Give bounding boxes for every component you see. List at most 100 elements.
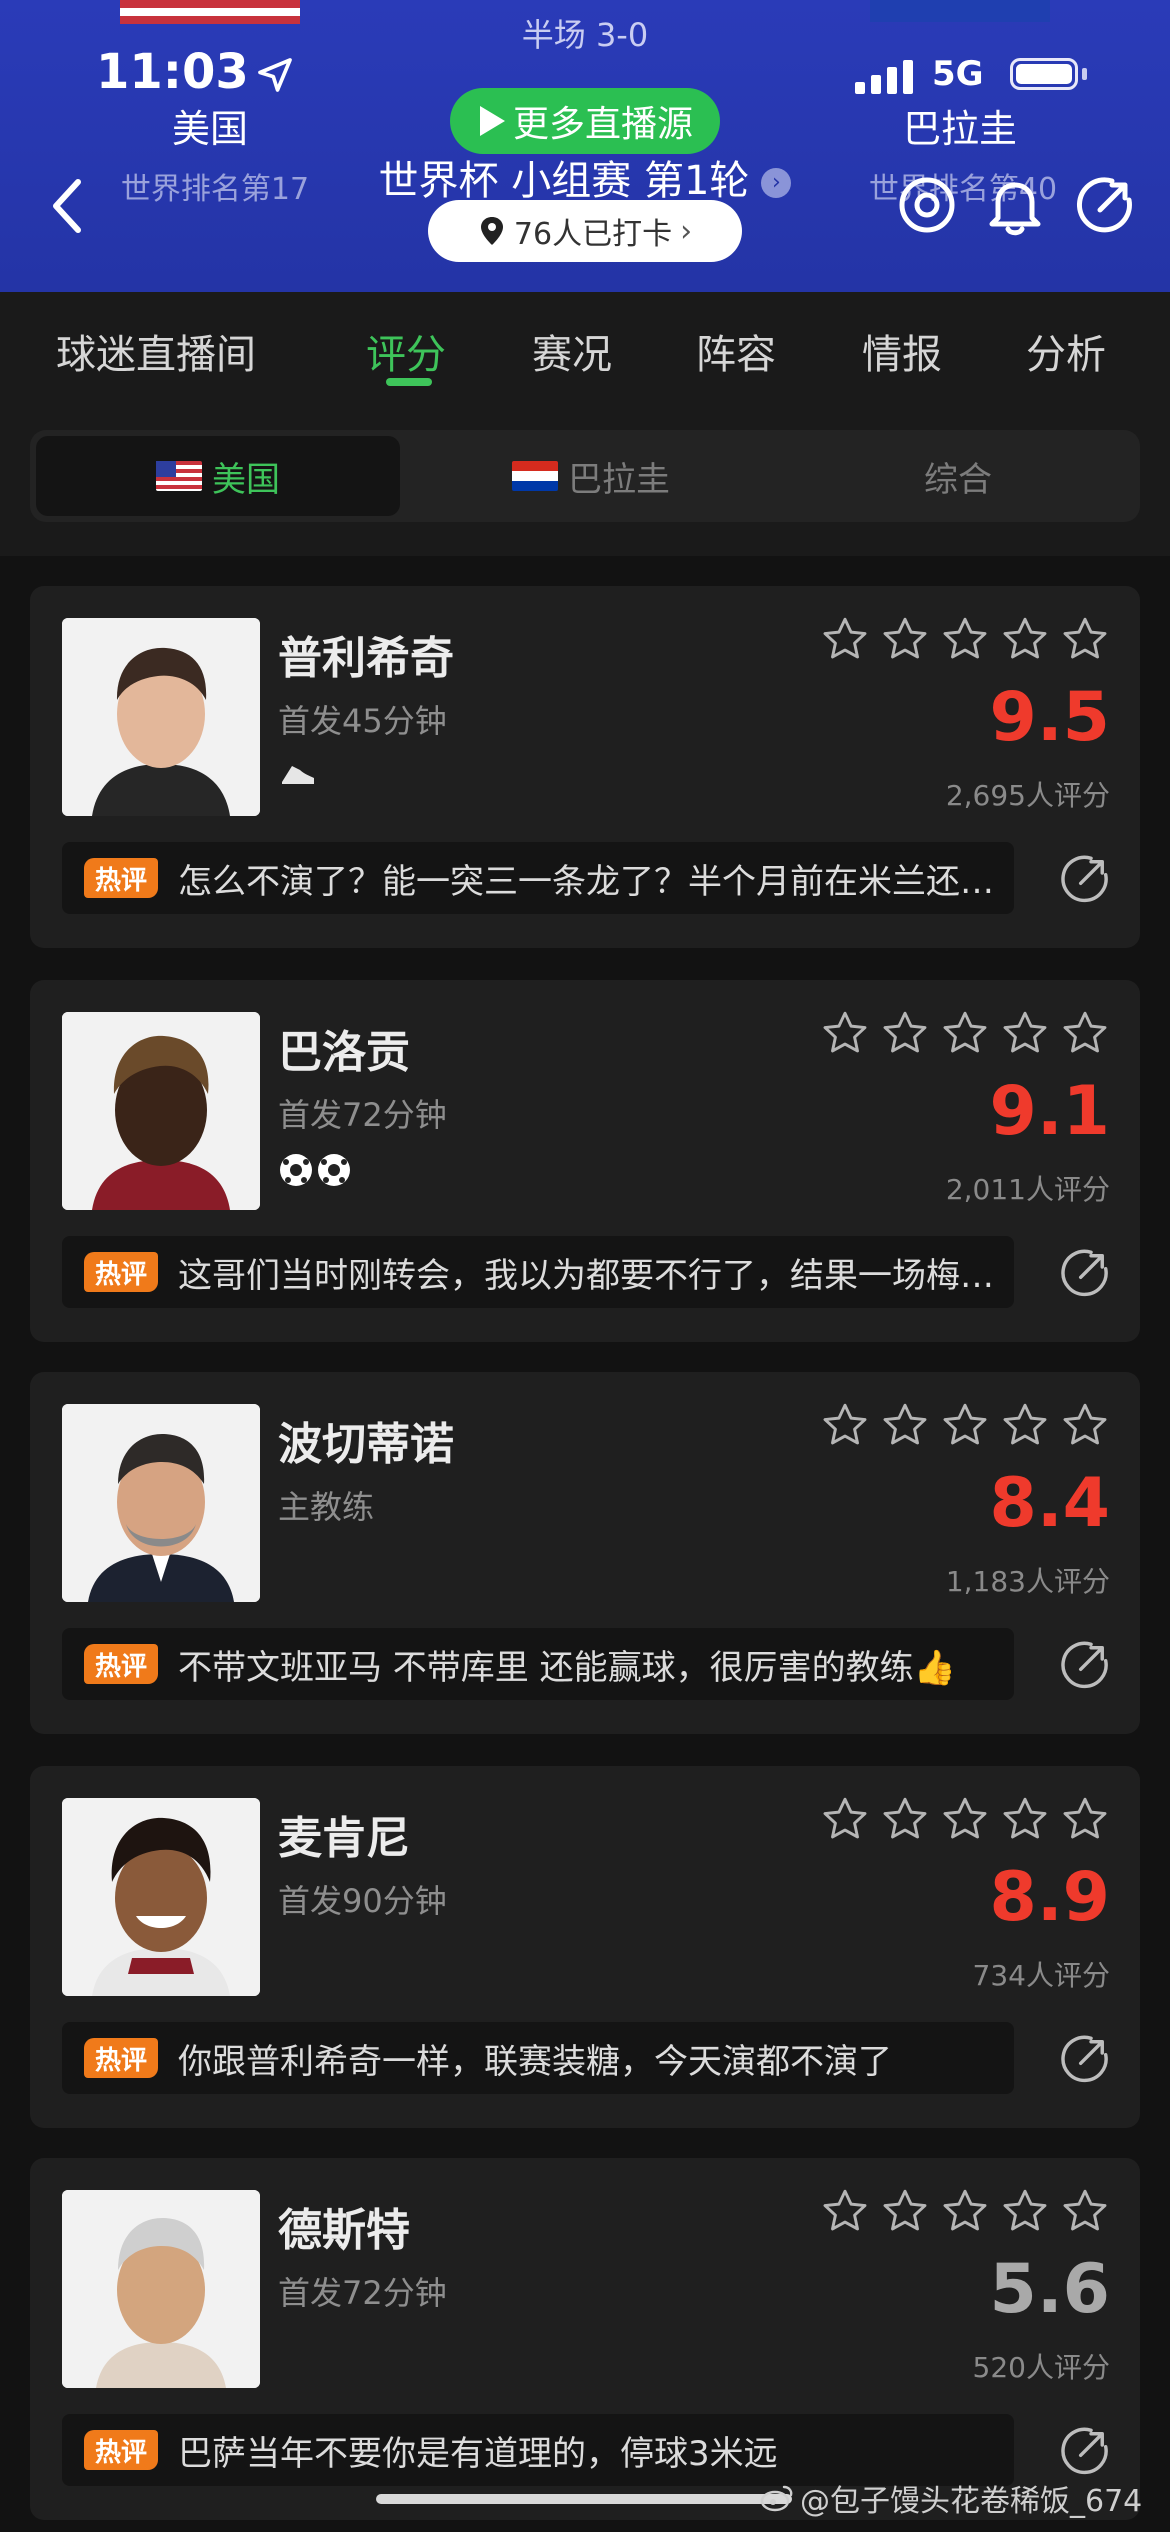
- player-score: 5.6: [989, 2250, 1110, 2329]
- star-icon[interactable]: [1000, 1008, 1050, 1058]
- player-minutes: 首发90分钟: [278, 1882, 447, 1920]
- segment-away[interactable]: 巴拉圭: [406, 430, 776, 522]
- home-indicator[interactable]: [376, 2494, 792, 2504]
- rating-count: 1,183人评分: [945, 1565, 1110, 1598]
- hot-comment[interactable]: 热评 不带文班亚马 不带库里 还能赢球，很厉害的教练👍: [62, 1628, 1014, 1700]
- back-arrow-icon[interactable]: [48, 176, 88, 236]
- player-rating-card[interactable]: 波切蒂诺 主教练 8.4 1,183人评分 热评 不带文班亚马 不带库里 还能赢…: [30, 1372, 1140, 1734]
- watermark-text: @包子馒头花卷稀饭_674: [800, 2484, 1143, 2519]
- rating-stars[interactable]: [820, 2186, 1110, 2236]
- segment-home[interactable]: 美国: [30, 430, 406, 522]
- share-icon[interactable]: [1076, 176, 1134, 234]
- star-icon[interactable]: [820, 2186, 870, 2236]
- hot-comment[interactable]: 热评 这哥们当时刚转会，我以为都要不行了，结果一场梅开二度: [62, 1236, 1014, 1308]
- player-score: 9.5: [989, 678, 1110, 757]
- star-icon[interactable]: [1000, 1400, 1050, 1450]
- star-icon[interactable]: [880, 2186, 930, 2236]
- rating-count: 2,011人评分: [945, 1173, 1110, 1206]
- star-icon[interactable]: [820, 614, 870, 664]
- match-header: 半场 3-0 11:03 5G 美国 巴拉圭 世界排名第17 世界排名第40 更…: [0, 0, 1170, 292]
- rating-stars[interactable]: [820, 1400, 1110, 1450]
- star-icon[interactable]: [940, 2186, 990, 2236]
- share-icon[interactable]: [1060, 1640, 1110, 1690]
- star-icon[interactable]: [940, 1400, 990, 1450]
- hot-comment-text: 怎么不演了？能一突三一条龙了？半个月前在米兰还被人喷: [178, 861, 998, 902]
- star-icon[interactable]: [1000, 614, 1050, 664]
- bell-icon[interactable]: [986, 176, 1044, 236]
- more-live-sources-button[interactable]: 更多直播源: [450, 88, 720, 154]
- active-tab-indicator: [386, 378, 432, 386]
- rating-stars[interactable]: [820, 614, 1110, 664]
- player-name: 德斯特: [278, 2205, 410, 2256]
- tab-bar: 球迷直播间 评分 赛况 阵容 情报 分析: [0, 292, 1170, 400]
- player-rating-card[interactable]: 德斯特 首发72分钟 5.6 520人评分 热评 巴萨当年不要你是有道理的，停球…: [30, 2158, 1140, 2520]
- star-icon[interactable]: [940, 614, 990, 664]
- home-team-name[interactable]: 美国: [100, 98, 320, 153]
- player-score: 8.9: [989, 1858, 1110, 1937]
- star-icon[interactable]: [1000, 2186, 1050, 2236]
- checkin-label: 76人已打卡: [513, 217, 673, 252]
- location-arrow-icon: [257, 58, 292, 92]
- star-icon[interactable]: [1060, 614, 1110, 664]
- share-icon[interactable]: [1060, 854, 1110, 904]
- tab-analysis[interactable]: 分析: [1026, 322, 1106, 380]
- checkin-button[interactable]: 76人已打卡 ›: [428, 200, 742, 262]
- star-icon[interactable]: [1060, 2186, 1110, 2236]
- more-live-sources-label: 更多直播源: [512, 104, 693, 145]
- hot-comment[interactable]: 热评 你跟普利希奇一样，联赛装糖，今天演都不演了: [62, 2022, 1014, 2094]
- two-goals-icon: [280, 1154, 350, 1186]
- hot-comment-text: 你跟普利希奇一样，联赛装糖，今天演都不演了: [178, 2041, 892, 2082]
- tab-match-events[interactable]: 赛况: [532, 322, 612, 380]
- record-icon[interactable]: [898, 176, 956, 234]
- chevron-right-icon: ›: [761, 168, 792, 198]
- us-flag-icon: [156, 461, 202, 491]
- share-icon[interactable]: [1060, 2034, 1110, 2084]
- player-photo: [62, 618, 260, 816]
- paraguay-flag-icon: [512, 461, 558, 491]
- network-type: 5G: [932, 54, 984, 94]
- star-icon[interactable]: [820, 1008, 870, 1058]
- star-icon[interactable]: [880, 1794, 930, 1844]
- away-team-name[interactable]: 巴拉圭: [850, 98, 1070, 153]
- star-icon[interactable]: [940, 1794, 990, 1844]
- star-icon[interactable]: [1060, 1008, 1110, 1058]
- player-score: 8.4: [989, 1464, 1110, 1543]
- rating-stars[interactable]: [820, 1794, 1110, 1844]
- tab-lineup[interactable]: 阵容: [696, 322, 776, 380]
- tab-fan-live[interactable]: 球迷直播间: [56, 322, 256, 380]
- watermark: @包子馒头花卷稀饭_674: [760, 2476, 1142, 2520]
- hot-comment-tag: 热评: [84, 2038, 158, 2078]
- battery-icon: [1010, 58, 1078, 90]
- star-icon[interactable]: [940, 1008, 990, 1058]
- star-icon[interactable]: [820, 1794, 870, 1844]
- rating-count: 2,695人评分: [945, 779, 1110, 812]
- segment-overall[interactable]: 综合: [776, 430, 1140, 522]
- hot-comment-tag: 热评: [84, 1644, 158, 1684]
- player-rating-card[interactable]: 普利希奇 首发45分钟 9.5 2,695人评分 热评 怎么不演了？能一突三一条…: [30, 586, 1140, 948]
- boot-icon: [282, 766, 314, 784]
- share-icon[interactable]: [1060, 1248, 1110, 1298]
- player-name: 麦肯尼: [278, 1813, 410, 1864]
- segment-home-label: 美国: [212, 459, 280, 500]
- rating-stars[interactable]: [820, 1008, 1110, 1058]
- share-icon[interactable]: [1060, 2426, 1110, 2476]
- tab-intel[interactable]: 情报: [862, 322, 942, 380]
- hot-comment[interactable]: 热评 怎么不演了？能一突三一条龙了？半个月前在米兰还被人喷: [62, 842, 1014, 914]
- tab-ratings[interactable]: 评分: [366, 322, 446, 380]
- star-icon[interactable]: [1060, 1400, 1110, 1450]
- star-icon[interactable]: [880, 614, 930, 664]
- play-icon: [479, 106, 505, 136]
- player-rating-card[interactable]: 巴洛贡 首发72分钟 9.1 2,011人评分 热评 这哥们当时刚转会，我以为都…: [30, 980, 1140, 1342]
- star-icon[interactable]: [880, 1400, 930, 1450]
- player-photo: [62, 1798, 260, 1996]
- star-icon[interactable]: [1060, 1794, 1110, 1844]
- player-score: 9.1: [989, 1072, 1110, 1151]
- team-segmented-control: 美国 巴拉圭 综合: [30, 430, 1140, 522]
- player-name: 波切蒂诺: [278, 1419, 454, 1470]
- star-icon[interactable]: [880, 1008, 930, 1058]
- player-rating-card[interactable]: 麦肯尼 首发90分钟 8.9 734人评分 热评 你跟普利希奇一样，联赛装糖，今…: [30, 1766, 1140, 2128]
- star-icon[interactable]: [1000, 1794, 1050, 1844]
- star-icon[interactable]: [820, 1400, 870, 1450]
- player-photo: [62, 2190, 260, 2388]
- team-filter-bar: 美国 巴拉圭 综合: [0, 400, 1170, 556]
